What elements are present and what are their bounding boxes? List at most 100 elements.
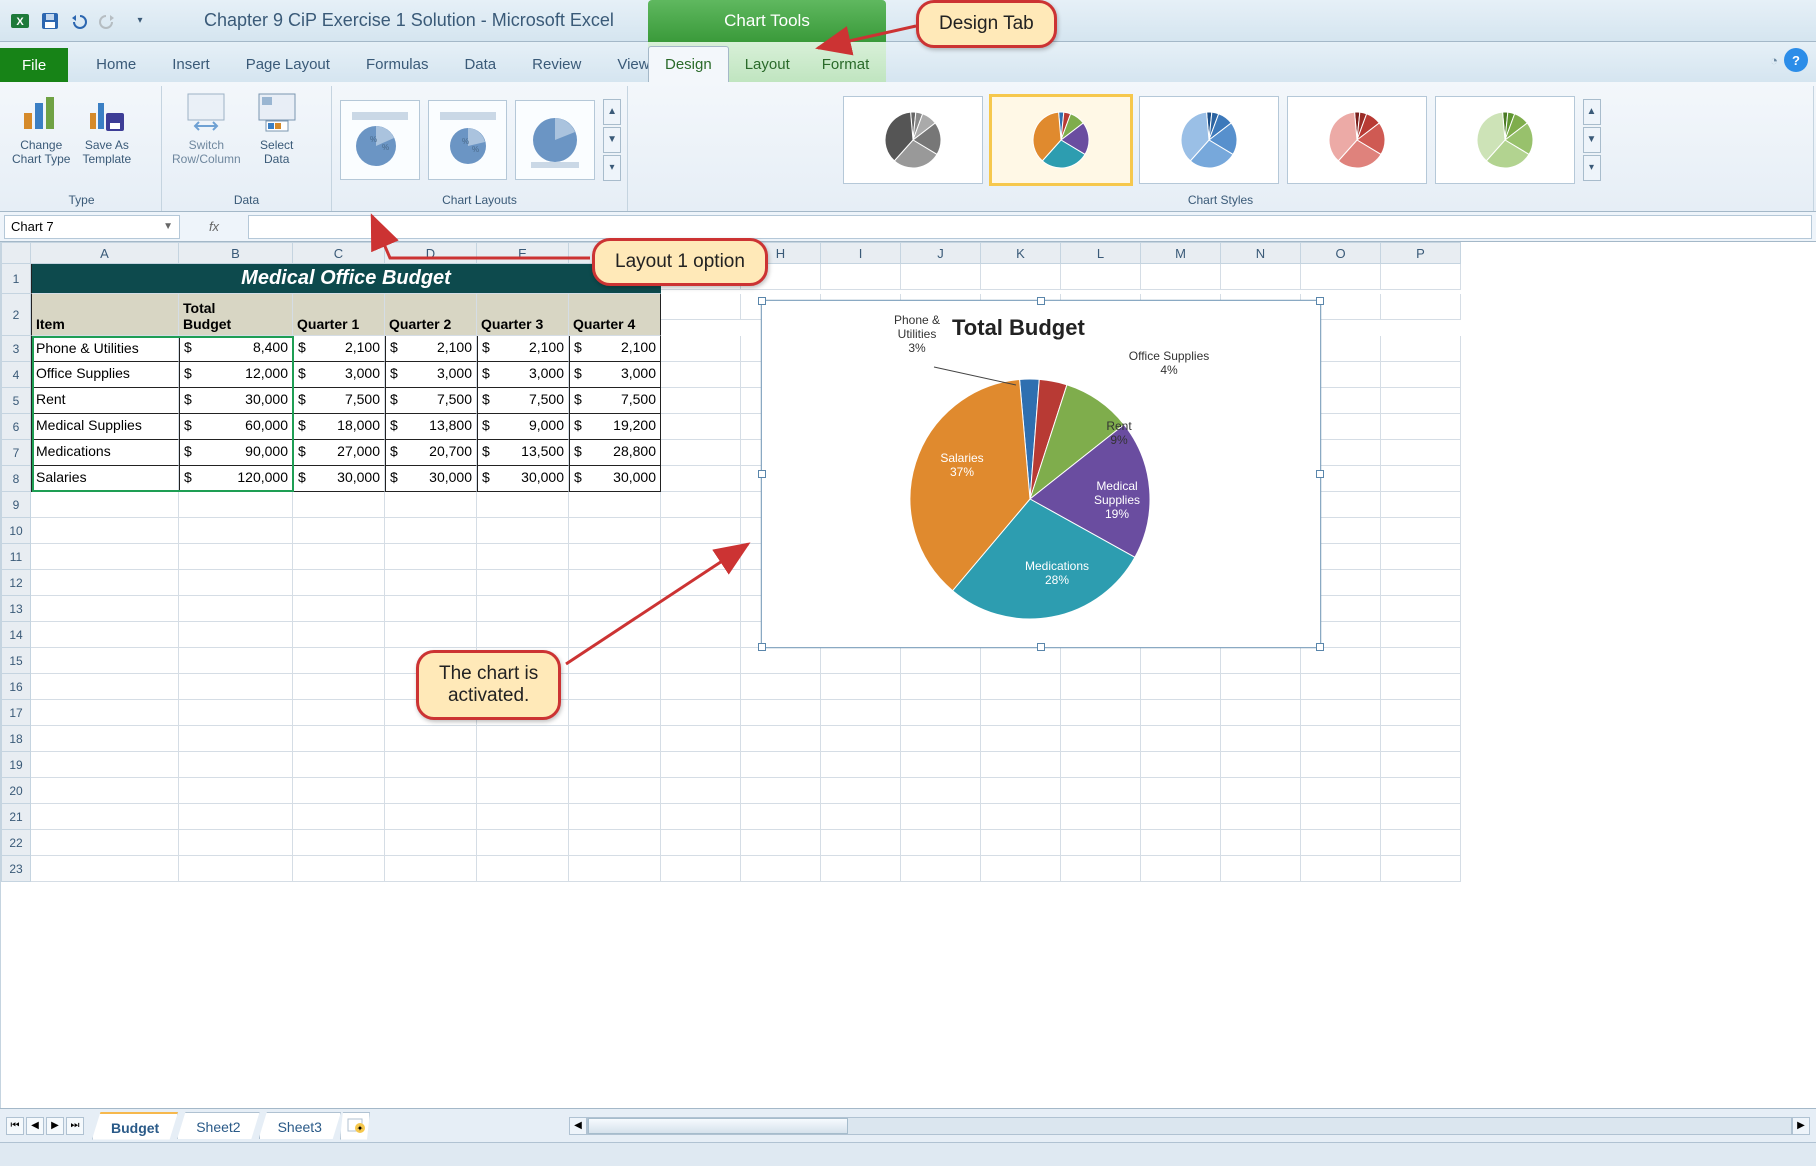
name-box[interactable]: Chart 7 ▼	[4, 215, 180, 239]
cell-N18[interactable]	[1221, 726, 1301, 752]
cell-A10[interactable]	[31, 518, 179, 544]
cell-M23[interactable]	[1141, 856, 1221, 882]
chart-styles-more[interactable]: ▾	[1583, 155, 1601, 181]
cell-C22[interactable]	[293, 830, 385, 856]
cell-P3[interactable]	[1381, 336, 1461, 362]
cell-O19[interactable]	[1301, 752, 1381, 778]
cell-M1[interactable]	[1141, 264, 1221, 290]
cell-J21[interactable]	[901, 804, 981, 830]
cell-O21[interactable]	[1301, 804, 1381, 830]
cell-D14[interactable]	[385, 622, 477, 648]
cell-C5[interactable]: $ 7,500	[293, 388, 385, 414]
cell-H19[interactable]	[741, 752, 821, 778]
cell-A2[interactable]: Item	[31, 294, 179, 336]
tab-format[interactable]: Format	[806, 47, 886, 82]
cell-B16[interactable]	[179, 674, 293, 700]
cell-C8[interactable]: $ 30,000	[293, 466, 385, 492]
cell-M17[interactable]	[1141, 700, 1221, 726]
cell-G23[interactable]	[661, 856, 741, 882]
cell-F23[interactable]	[569, 856, 661, 882]
cell-E23[interactable]	[477, 856, 569, 882]
switch-row-column-button[interactable]: SwitchRow/Column	[168, 88, 245, 191]
cell-B10[interactable]	[179, 518, 293, 544]
cell-E20[interactable]	[477, 778, 569, 804]
cell-P11[interactable]	[1381, 544, 1461, 570]
cell-L21[interactable]	[1061, 804, 1141, 830]
cell-G7[interactable]	[661, 440, 741, 466]
save-as-template-button[interactable]: Save AsTemplate	[78, 88, 135, 191]
cell-D7[interactable]: $ 20,700	[385, 440, 477, 466]
cell-C17[interactable]	[293, 700, 385, 726]
cell-B15[interactable]	[179, 648, 293, 674]
sheet-nav-last[interactable]: ⏭	[66, 1117, 84, 1135]
cell-F3[interactable]: $ 2,100	[569, 336, 661, 362]
cell-D23[interactable]	[385, 856, 477, 882]
cell-J20[interactable]	[901, 778, 981, 804]
cell-B21[interactable]	[179, 804, 293, 830]
cell-A23[interactable]	[31, 856, 179, 882]
cell-K16[interactable]	[981, 674, 1061, 700]
cell-I21[interactable]	[821, 804, 901, 830]
cell-E21[interactable]	[477, 804, 569, 830]
cell-A16[interactable]	[31, 674, 179, 700]
cell-A21[interactable]	[31, 804, 179, 830]
cell-G21[interactable]	[661, 804, 741, 830]
cell-A3[interactable]: Phone & Utilities	[31, 336, 179, 362]
cell-G22[interactable]	[661, 830, 741, 856]
tab-layout[interactable]: Layout	[729, 47, 806, 82]
tab-home[interactable]: Home	[78, 47, 154, 82]
cell-A17[interactable]	[31, 700, 179, 726]
cell-F7[interactable]: $ 28,800	[569, 440, 661, 466]
column-header-N[interactable]: N	[1221, 242, 1301, 264]
cell-N17[interactable]	[1221, 700, 1301, 726]
cell-E8[interactable]: $ 30,000	[477, 466, 569, 492]
cell-C20[interactable]	[293, 778, 385, 804]
cell-P14[interactable]	[1381, 622, 1461, 648]
name-box-dropdown-icon[interactable]: ▼	[163, 221, 173, 232]
save-icon[interactable]	[36, 8, 64, 34]
chart-layout-1[interactable]: %%	[340, 100, 420, 180]
cell-I22[interactable]	[821, 830, 901, 856]
chart-layouts-down[interactable]: ▼	[603, 127, 621, 153]
cell-C18[interactable]	[293, 726, 385, 752]
cell-P7[interactable]	[1381, 440, 1461, 466]
change-chart-type-button[interactable]: ChangeChart Type	[8, 88, 74, 191]
fx-icon[interactable]: fx	[184, 219, 244, 234]
sheet-tab-sheet2[interactable]: Sheet2	[177, 1112, 259, 1139]
cell-G20[interactable]	[661, 778, 741, 804]
cell-N15[interactable]	[1221, 648, 1301, 674]
cell-D10[interactable]	[385, 518, 477, 544]
cell-N16[interactable]	[1221, 674, 1301, 700]
row-header-14[interactable]: 14	[1, 622, 31, 648]
cell-C13[interactable]	[293, 596, 385, 622]
cell-C7[interactable]: $ 27,000	[293, 440, 385, 466]
cell-J1[interactable]	[901, 264, 981, 290]
cell-M15[interactable]	[1141, 648, 1221, 674]
cell-D8[interactable]: $ 30,000	[385, 466, 477, 492]
column-header-O[interactable]: O	[1301, 242, 1381, 264]
cell-L15[interactable]	[1061, 648, 1141, 674]
cell-P5[interactable]	[1381, 388, 1461, 414]
cell-F18[interactable]	[569, 726, 661, 752]
cell-H15[interactable]	[741, 648, 821, 674]
cell-A8[interactable]: Salaries	[31, 466, 179, 492]
cell-C12[interactable]	[293, 570, 385, 596]
cell-J15[interactable]	[901, 648, 981, 674]
chart-styles-down[interactable]: ▼	[1583, 127, 1601, 153]
cell-A14[interactable]	[31, 622, 179, 648]
cell-N23[interactable]	[1221, 856, 1301, 882]
cell-C11[interactable]	[293, 544, 385, 570]
cell-P15[interactable]	[1381, 648, 1461, 674]
cell-H21[interactable]	[741, 804, 821, 830]
cell-P4[interactable]	[1381, 362, 1461, 388]
cell-C3[interactable]: $ 2,100	[293, 336, 385, 362]
cell-B8[interactable]: $ 120,000	[179, 466, 293, 492]
cell-P22[interactable]	[1381, 830, 1461, 856]
cell-P13[interactable]	[1381, 596, 1461, 622]
cell-N20[interactable]	[1221, 778, 1301, 804]
cell-G13[interactable]	[661, 596, 741, 622]
cell-C21[interactable]	[293, 804, 385, 830]
cell-M19[interactable]	[1141, 752, 1221, 778]
cell-B12[interactable]	[179, 570, 293, 596]
cell-B5[interactable]: $ 30,000	[179, 388, 293, 414]
